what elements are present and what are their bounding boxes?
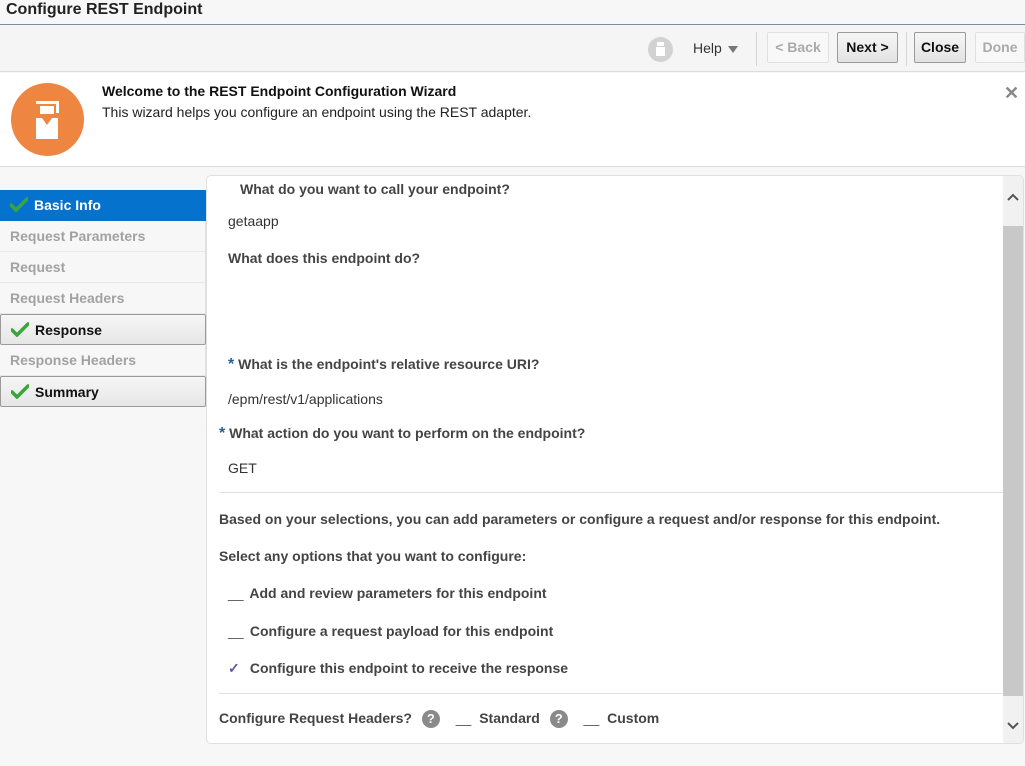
- chevron-down-icon[interactable]: [1003, 716, 1023, 736]
- endpoint-name-question: What do you want to call your endpoint?: [240, 181, 510, 197]
- step-request-headers[interactable]: Request Headers: [0, 283, 206, 314]
- select-options-text: Select any options that you want to conf…: [219, 548, 527, 564]
- done-button[interactable]: Done: [975, 32, 1025, 63]
- wizard-toolbar: Help < Back Next > Close Done: [0, 26, 1025, 72]
- checkbox-custom[interactable]: __: [584, 710, 600, 726]
- endpoint-description-value[interactable]: [228, 281, 928, 341]
- endpoint-name-value[interactable]: getaapp: [228, 213, 279, 229]
- help-icon[interactable]: ?: [421, 710, 440, 729]
- user-avatar-icon[interactable]: [648, 37, 673, 62]
- checkbox-checked[interactable]: ✓: [228, 660, 242, 677]
- welcome-title: Welcome to the REST Endpoint Configurati…: [102, 83, 457, 99]
- step-basic-info[interactable]: Basic Info: [0, 190, 206, 221]
- close-banner-icon[interactable]: ✕: [1004, 83, 1019, 104]
- endpoint-description-question: What does this endpoint do?: [228, 250, 421, 266]
- option-label: Configure a request payload for this end…: [249, 623, 554, 639]
- toolbar-separator: [756, 32, 757, 66]
- close-button[interactable]: Close: [914, 32, 966, 63]
- step-label: Response Headers: [10, 352, 137, 368]
- action-value[interactable]: GET: [228, 460, 257, 476]
- section-divider: [219, 693, 1003, 694]
- request-headers-question: Configure Request Headers?: [219, 710, 412, 726]
- scrollbar-thumb[interactable]: [1003, 226, 1023, 696]
- step-label: Request Parameters: [10, 228, 146, 244]
- checkbox-unchecked[interactable]: __: [228, 585, 244, 601]
- step-label: Request: [10, 259, 66, 275]
- toolbar-separator: [906, 32, 907, 66]
- window-title: Configure REST Endpoint: [6, 1, 203, 18]
- form-content: What do you want to call your endpoint? …: [207, 176, 1003, 743]
- caret-down-icon: [727, 45, 738, 53]
- required-marker: *: [228, 356, 235, 373]
- welcome-subtitle: This wizard helps you configure an endpo…: [102, 104, 532, 120]
- help-icon[interactable]: ?: [549, 710, 568, 729]
- step-summary[interactable]: Summary: [0, 376, 206, 407]
- check-icon: [11, 384, 29, 399]
- check-icon: [11, 322, 29, 337]
- option-receive-response[interactable]: ✓ Configure this endpoint to receive the…: [228, 660, 568, 677]
- section-divider: [219, 492, 1003, 493]
- wizard-steps: Basic Info Request Parameters Request Re…: [0, 190, 206, 407]
- chevron-up-icon[interactable]: [1003, 184, 1023, 224]
- basic-info-panel: What do you want to call your endpoint? …: [206, 175, 1024, 744]
- standard-label: Standard: [479, 710, 540, 726]
- next-button[interactable]: Next >: [837, 32, 898, 63]
- help-menu[interactable]: Help: [693, 40, 738, 56]
- based-on-selections-text: Based on your selections, you can add pa…: [219, 511, 941, 527]
- resource-uri-question: * What is the endpoint's relative resour…: [228, 356, 539, 374]
- step-label: Request Headers: [10, 290, 125, 306]
- welcome-banner: Welcome to the REST Endpoint Configurati…: [0, 73, 1025, 167]
- option-label: Configure this endpoint to receive the r…: [249, 660, 569, 676]
- custom-label: Custom: [607, 710, 660, 726]
- resource-uri-value[interactable]: /epm/rest/v1/applications: [228, 391, 383, 407]
- back-button[interactable]: < Back: [767, 32, 829, 63]
- action-question-text: What action do you want to perform on th…: [229, 425, 586, 441]
- resource-uri-question-text: What is the endpoint's relative resource…: [238, 356, 540, 372]
- vertical-scrollbar[interactable]: [1003, 176, 1023, 743]
- checkbox-unchecked[interactable]: __: [228, 623, 244, 639]
- step-response[interactable]: Response: [0, 314, 206, 345]
- wizard-logo-icon: [11, 83, 84, 156]
- option-add-parameters[interactable]: __ Add and review parameters for this en…: [228, 585, 547, 601]
- window-title-bar: Configure REST Endpoint: [0, 0, 1025, 25]
- step-request[interactable]: Request: [0, 252, 206, 283]
- option-request-payload[interactable]: __ Configure a request payload for this …: [228, 623, 553, 639]
- required-marker: *: [219, 425, 226, 442]
- request-headers-row: Configure Request Headers? ? __ Standard…: [219, 710, 660, 729]
- step-request-parameters[interactable]: Request Parameters: [0, 221, 206, 252]
- action-question: * What action do you want to perform on …: [219, 425, 585, 443]
- help-label: Help: [693, 40, 722, 56]
- check-icon: [10, 197, 28, 212]
- option-label: Add and review parameters for this endpo…: [249, 585, 547, 601]
- step-response-headers[interactable]: Response Headers: [0, 345, 206, 376]
- checkbox-standard[interactable]: __: [456, 710, 472, 726]
